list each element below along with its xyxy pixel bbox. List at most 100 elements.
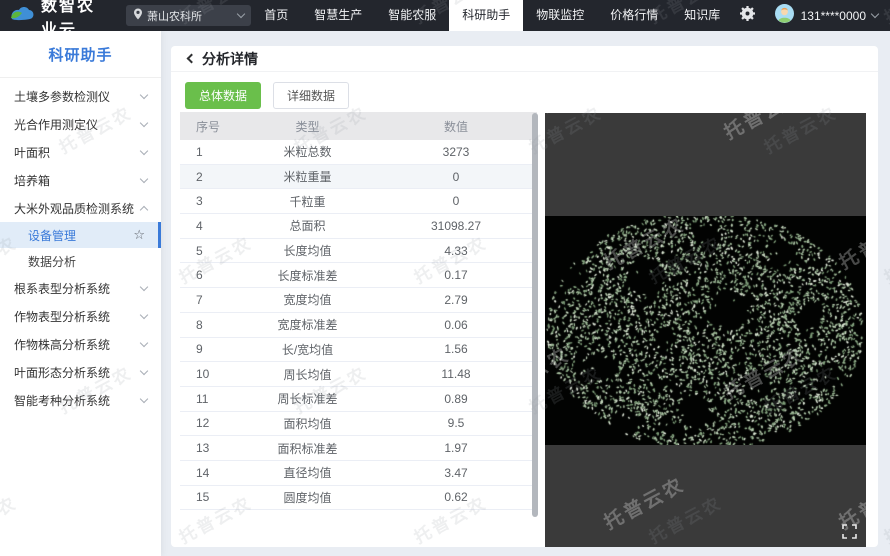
topnav-item[interactable]: 价格行情 (597, 0, 671, 31)
sidebar-item-label: 光合作用测定仪 (14, 116, 141, 133)
cell-index: 15 (180, 490, 240, 504)
user-phone-number: 131****0000 (801, 9, 866, 23)
table-row[interactable]: 11周长标准差0.89 (180, 387, 537, 412)
chevron-down-icon (140, 310, 148, 318)
table-row[interactable]: 2米粒重量0 (180, 165, 537, 190)
table-row[interactable]: 5长度均值4.33 (180, 239, 537, 264)
sidebar-item-label: 土壤多参数检测仪 (14, 88, 141, 105)
table-row[interactable]: 13面积标准差1.97 (180, 436, 537, 461)
table-row[interactable]: 15圆度均值0.62 (180, 486, 537, 511)
sidebar-item[interactable]: 光合作用测定仪 (0, 110, 161, 138)
back-icon[interactable] (187, 54, 197, 64)
top-navigation-bar: 数智农业云 萧山农科所 首页智慧生产智能农服科研助手物联监控价格行情知识库 (0, 0, 890, 31)
cloud-leaf-logo-icon (10, 5, 34, 27)
fullscreen-icon[interactable] (842, 524, 857, 539)
cell-type: 宽度均值 (240, 291, 375, 308)
sidebar-subitem[interactable]: 数据分析 (0, 248, 161, 274)
cell-value: 0.06 (375, 318, 537, 332)
sidebar-item[interactable]: 作物表型分析系统 (0, 302, 161, 330)
table-row[interactable]: 10周长均值11.48 (180, 362, 537, 387)
table-row[interactable]: 7宽度均值2.79 (180, 288, 537, 313)
chevron-down-icon (140, 282, 148, 290)
cell-value: 2.79 (375, 293, 537, 307)
table-row[interactable]: 1米粒总数3273 (180, 140, 537, 165)
cell-type: 米粒总数 (240, 143, 375, 160)
sidebar-subitem-label: 数据分析 (28, 253, 149, 270)
sidebar-menu: 土壤多参数检测仪光合作用测定仪叶面积培养箱大米外观品质检测系统设备管理☆数据分析… (0, 78, 161, 414)
sidebar-item-label: 作物表型分析系统 (14, 308, 141, 325)
table-row[interactable]: 8宽度标准差0.06 (180, 313, 537, 338)
watermark-text: 托普云农 (719, 113, 809, 145)
sidebar-item[interactable]: 培养箱 (0, 166, 161, 194)
column-header-index: 序号 (180, 118, 240, 135)
cell-index: 9 (180, 342, 240, 356)
topnav-item[interactable]: 知识库 (671, 0, 733, 31)
sidebar-item-label: 智能考种分析系统 (14, 392, 141, 409)
topnav-item[interactable]: 智慧生产 (301, 0, 375, 31)
sidebar-subitem[interactable]: 设备管理☆ (0, 222, 161, 248)
watermark-text: 托普云农 (879, 489, 890, 549)
cell-value: 11.48 (375, 367, 537, 381)
rice-grains-image (545, 216, 866, 445)
cell-type: 面积标准差 (240, 440, 375, 457)
cell-type: 周长标准差 (240, 390, 375, 407)
analysis-detail-card: 分析详情 总体数据详细数据 序号 类型 数值 1米粒总数32732米粒重量03千… (171, 46, 878, 547)
chevron-down-icon (140, 174, 148, 182)
sidebar-item[interactable]: 叶面形态分析系统 (0, 358, 161, 386)
rice-sample-image-panel: 托普云农托普云农托普云农托普云农托普云农托普云农托普云农托普云农托普云农托普云农… (545, 113, 866, 547)
cell-type: 宽度标准差 (240, 316, 375, 333)
topnav-item[interactable]: 首页 (251, 0, 301, 31)
table-scrollbar[interactable] (532, 113, 538, 517)
table-header-row: 序号 类型 数值 (180, 112, 537, 140)
cell-type: 米粒重量 (240, 168, 375, 185)
cell-value: 0 (375, 194, 537, 208)
cell-index: 12 (180, 416, 240, 430)
tab-button[interactable]: 详细数据 (273, 82, 349, 109)
sidebar-item[interactable]: 智能考种分析系统 (0, 386, 161, 414)
tab-button[interactable]: 总体数据 (185, 82, 261, 109)
star-icon[interactable]: ☆ (133, 227, 145, 243)
table-row[interactable]: 3千粒重0 (180, 189, 537, 214)
sidebar-item[interactable]: 土壤多参数检测仪 (0, 82, 161, 110)
sidebar-item[interactable]: 大米外观品质检测系统 (0, 194, 161, 222)
cell-value: 3273 (375, 145, 537, 159)
cell-index: 6 (180, 268, 240, 282)
cell-type: 圆度均值 (240, 489, 375, 506)
cell-index: 2 (180, 170, 240, 184)
user-account-menu[interactable]: 131****0000 (761, 4, 890, 28)
chevron-up-icon (140, 205, 148, 213)
table-row[interactable]: 12面积均值9.5 (180, 412, 537, 437)
topnav-item[interactable]: 科研助手 (449, 0, 523, 31)
settings-button[interactable] (735, 0, 760, 31)
sidebar-item[interactable]: 根系表型分析系统 (0, 274, 161, 302)
sidebar-item-label: 作物株高分析系统 (14, 336, 141, 353)
location-label: 萧山农科所 (147, 8, 238, 24)
sidebar: 科研助手 土壤多参数检测仪光合作用测定仪叶面积培养箱大米外观品质检测系统设备管理… (0, 31, 161, 556)
cell-index: 7 (180, 293, 240, 307)
cell-type: 面积均值 (240, 415, 375, 432)
location-selector[interactable]: 萧山农科所 (126, 5, 251, 26)
watermark-text: 托普云农 (599, 470, 689, 535)
cell-index: 8 (180, 318, 240, 332)
sidebar-item[interactable]: 作物株高分析系统 (0, 330, 161, 358)
table-row[interactable]: 6长度标准差0.17 (180, 263, 537, 288)
cell-value: 0.89 (375, 392, 537, 406)
table-row[interactable]: 14直径均值3.47 (180, 461, 537, 486)
topnav-item[interactable]: 物联监控 (523, 0, 597, 31)
sidebar-item[interactable]: 叶面积 (0, 138, 161, 166)
cell-index: 3 (180, 194, 240, 208)
table-row[interactable]: 4总面积31098.27 (180, 214, 537, 239)
cell-value: 3.47 (375, 466, 537, 480)
cell-type: 长度标准差 (240, 267, 375, 284)
cell-type: 长/宽均值 (240, 341, 375, 358)
app-logo: 数智农业云 (0, 0, 112, 40)
sidebar-subitem-label: 设备管理 (28, 227, 133, 244)
location-pin-icon (133, 7, 143, 25)
summary-data-table: 序号 类型 数值 1米粒总数32732米粒重量03千粒重04总面积31098.2… (180, 112, 537, 510)
cell-index: 11 (180, 392, 240, 406)
sidebar-item-label: 叶面积 (14, 144, 141, 161)
sidebar-item-label: 培养箱 (14, 172, 141, 189)
topnav-item[interactable]: 智能农服 (375, 0, 449, 31)
table-row[interactable]: 9长/宽均值1.56 (180, 338, 537, 363)
cell-index: 1 (180, 145, 240, 159)
